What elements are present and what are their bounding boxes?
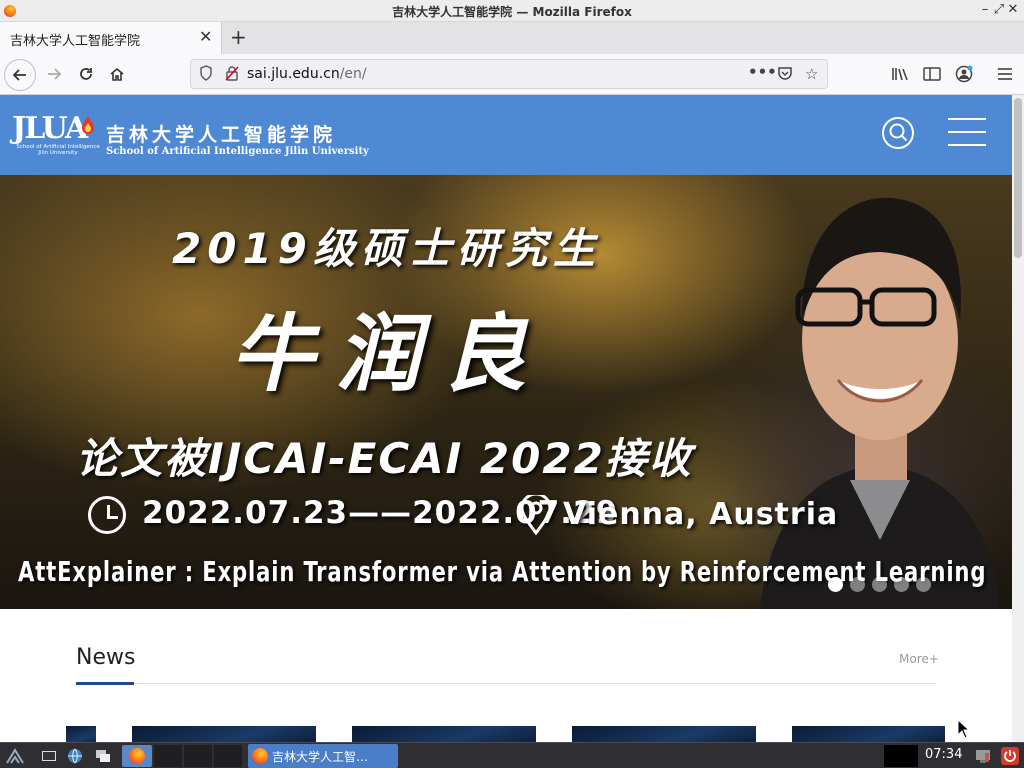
- carousel-dot[interactable]: [828, 577, 843, 592]
- shield-icon[interactable]: [199, 65, 213, 85]
- taskbar-firefox-launcher[interactable]: [122, 745, 152, 767]
- account-icon[interactable]: [950, 60, 978, 88]
- carousel-dot[interactable]: [916, 577, 931, 592]
- news-more-link[interactable]: More+: [899, 652, 939, 666]
- logo-subtitle: School of Artificial Intelligence Jilin …: [16, 144, 100, 156]
- home-button[interactable]: [103, 60, 131, 88]
- display-tray-icon[interactable]: [974, 747, 992, 765]
- url-path: /en/: [339, 66, 367, 82]
- navigation-bar: sai.jlu.edu.cn/en/ ••• ☆: [0, 54, 1024, 95]
- flame-icon: [82, 116, 94, 134]
- carousel-dot[interactable]: [894, 577, 909, 592]
- reload-button[interactable]: [72, 60, 100, 88]
- taskbar-clock[interactable]: 07:34: [925, 747, 962, 762]
- carousel-dot[interactable]: [872, 577, 887, 592]
- tab-strip: 吉林大学人工智能学院 ✕ +: [0, 22, 1024, 54]
- menu-icon[interactable]: [991, 60, 1019, 88]
- mouse-cursor-icon: [957, 719, 969, 739]
- site-name-cn[interactable]: 吉林大学人工智能学院: [106, 120, 336, 147]
- jlu-logo[interactable]: JLUA School of Artificial Intelligence J…: [12, 111, 100, 156]
- workspace-2[interactable]: [184, 745, 212, 767]
- close-tab-icon[interactable]: ✕: [199, 27, 212, 46]
- banner-acceptance: 论文被IJCAI-ECAI 2022接收: [76, 434, 693, 483]
- hero-banner[interactable]: 2019级硕士研究生 牛润良 论文被IJCAI-ECAI 2022接收 2022…: [0, 175, 1012, 609]
- url-text[interactable]: sai.jlu.edu.cn/en/: [247, 66, 367, 82]
- site-search-button[interactable]: [882, 117, 914, 149]
- banner-student-name: 牛润良: [230, 305, 549, 403]
- page-actions-icon[interactable]: •••: [748, 63, 777, 81]
- back-button[interactable]: [4, 59, 36, 91]
- banner-headline: 2019级硕士研究生: [172, 224, 601, 273]
- taskbar-window-button[interactable]: 吉林大学人工智…: [248, 744, 398, 768]
- pocket-icon[interactable]: [777, 65, 793, 85]
- firefox-icon: [129, 748, 145, 764]
- insecure-lock-icon[interactable]: [225, 65, 239, 85]
- library-icon[interactable]: [886, 60, 914, 88]
- forward-button[interactable]: [40, 60, 68, 88]
- new-tab-icon[interactable]: +: [230, 25, 247, 49]
- taskbar-window-title: 吉林大学人工智…: [272, 750, 369, 764]
- url-domain: sai.jlu.edu.cn: [247, 66, 340, 82]
- reload-icon: [80, 68, 92, 80]
- news-heading-accent: [76, 682, 134, 685]
- workspace-3[interactable]: [214, 745, 242, 767]
- tab-active[interactable]: 吉林大学人工智能学院 ✕: [0, 22, 222, 54]
- site-name-en: School of Artificial Intelligence Jilin …: [106, 146, 369, 157]
- scrollbar-thumb[interactable]: [1014, 98, 1022, 258]
- tray-placeholder: [884, 745, 918, 767]
- tab-title: 吉林大学人工智能学院: [10, 34, 141, 49]
- terminal-icon[interactable]: [40, 747, 58, 765]
- student-portrait: [760, 197, 1000, 609]
- window-titlebar: 吉林大学人工智能学院 — Mozilla Firefox – ⤢ ✕: [0, 0, 1024, 22]
- bookmark-star-icon[interactable]: ☆: [805, 65, 818, 83]
- logo-letters: JLUA: [12, 111, 88, 146]
- search-icon: [889, 123, 908, 142]
- url-bar[interactable]: sai.jlu.edu.cn/en/ ••• ☆: [190, 59, 828, 89]
- os-taskbar: 吉林大学人工智… 07:34: [0, 742, 1024, 768]
- arrow-left-icon: [12, 69, 26, 81]
- arrow-right-icon: [48, 68, 62, 80]
- start-menu-icon[interactable]: [6, 747, 24, 765]
- carousel-dot[interactable]: [850, 577, 865, 592]
- network-globe-icon[interactable]: [66, 747, 84, 765]
- close-window-icon[interactable]: ✕: [1005, 2, 1021, 17]
- location-pin-icon: [520, 495, 552, 535]
- window-switcher-icon[interactable]: [94, 747, 112, 765]
- firefox-icon: [252, 748, 268, 764]
- sidebar-icon[interactable]: [918, 60, 946, 88]
- news-heading: News: [76, 645, 136, 670]
- workspace-1[interactable]: [154, 745, 182, 767]
- window-title: 吉林大学人工智能学院 — Mozilla Firefox: [392, 5, 632, 19]
- home-icon: [110, 67, 124, 81]
- news-divider: [76, 683, 936, 684]
- clock-icon: [88, 496, 126, 534]
- site-menu-button[interactable]: [948, 118, 986, 146]
- power-icon[interactable]: [1001, 747, 1019, 765]
- banner-location: Vienna, Austria: [563, 497, 839, 532]
